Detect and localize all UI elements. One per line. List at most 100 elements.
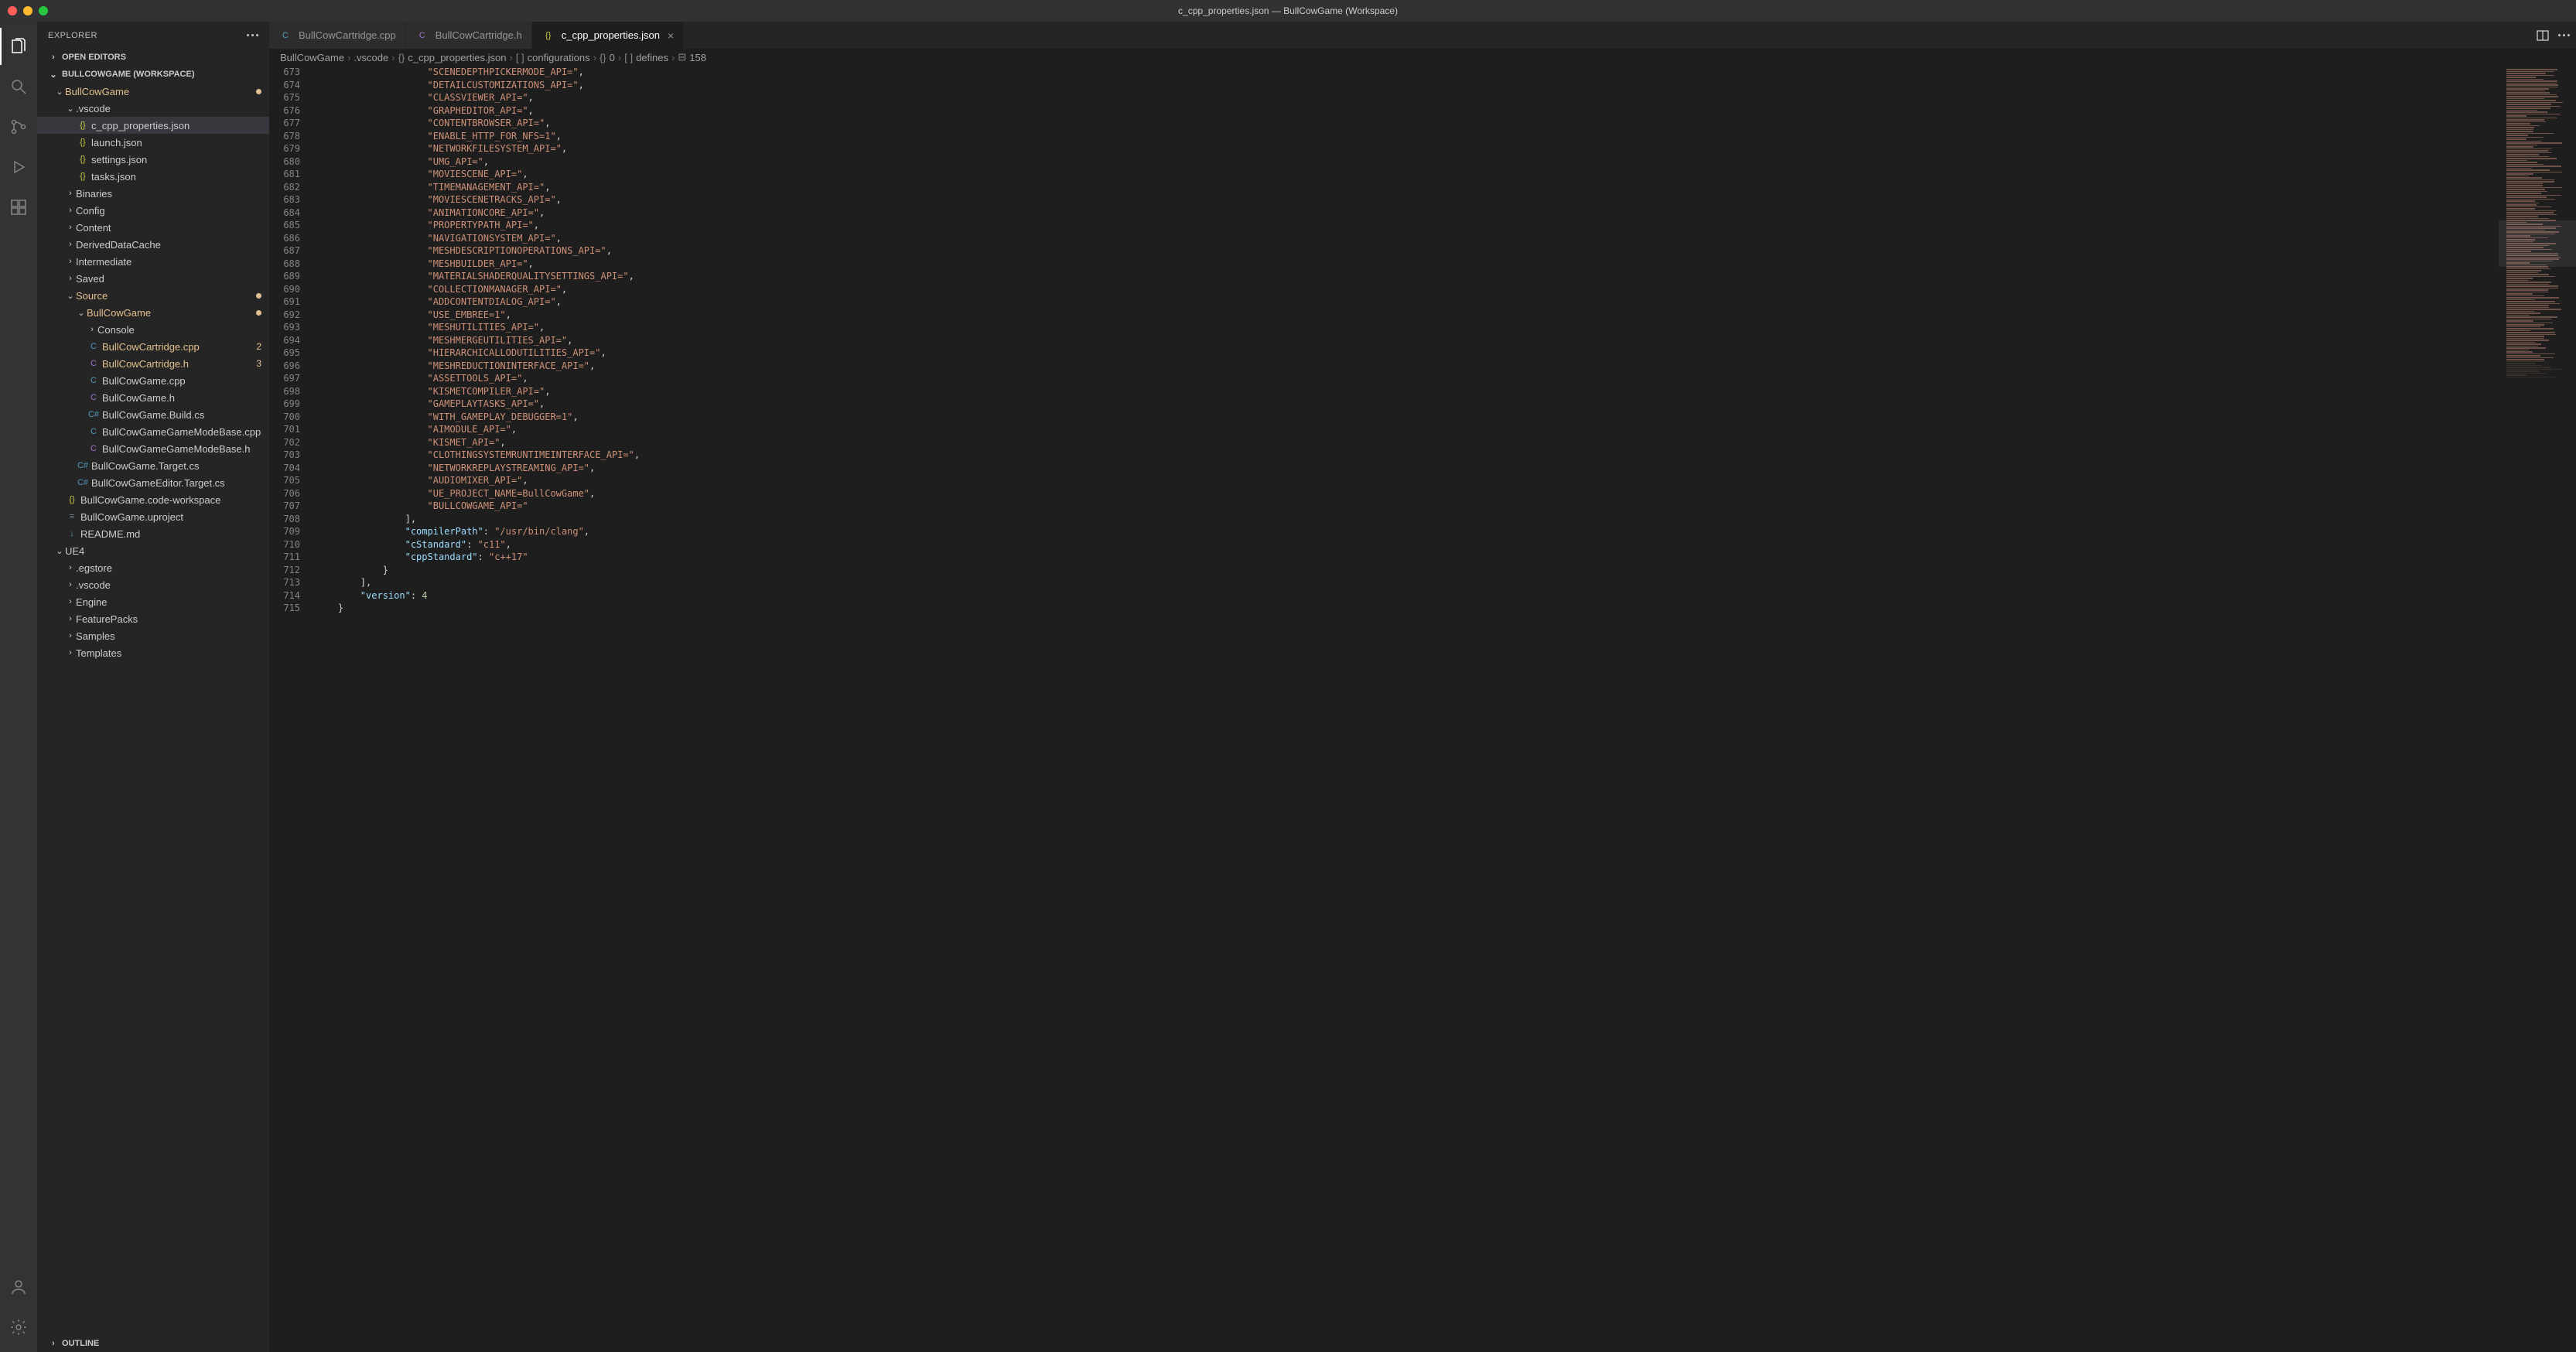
tree-file[interactable]: {}settings.json — [37, 151, 269, 168]
code-editor[interactable]: 6736746756766776786796806816826836846856… — [269, 66, 2576, 1352]
tree-folder[interactable]: ›Engine — [37, 593, 269, 610]
explorer-activity-icon[interactable] — [0, 28, 37, 65]
breadcrumb-item[interactable]: {}c_cpp_properties.json — [398, 52, 507, 63]
chevron-down-icon: ⌄ — [54, 546, 65, 556]
minimap-viewport[interactable] — [2499, 220, 2576, 267]
tree-file[interactable]: CBullCowCartridge.cpp2 — [37, 338, 269, 355]
split-editor-icon[interactable] — [2537, 29, 2549, 42]
editor-tab[interactable]: CBullCowCartridge.cpp — [269, 22, 406, 49]
editor-more-icon[interactable] — [2558, 34, 2570, 36]
tree-file[interactable]: CBullCowCartridge.h3 — [37, 355, 269, 372]
chevron-right-icon: › — [65, 563, 76, 572]
tree-folder[interactable]: ›FeaturePacks — [37, 610, 269, 627]
tree-folder[interactable]: ›Templates — [37, 644, 269, 661]
tree-folder[interactable]: ⌄UE4 — [37, 542, 269, 559]
open-editors-section[interactable]: ›OPEN EDITORS — [37, 49, 269, 66]
maximize-window-button[interactable] — [39, 6, 48, 15]
tree-item-label: c_cpp_properties.json — [91, 120, 190, 131]
breadcrumb-label: 0 — [610, 52, 615, 63]
file-cs-icon: C# — [76, 478, 90, 487]
tree-file[interactable]: ↓README.md — [37, 525, 269, 542]
tree-item-label: .vscode — [76, 579, 111, 591]
tree-folder[interactable]: ⌄.vscode — [37, 100, 269, 117]
tree-file[interactable]: ≡BullCowGame.uproject — [37, 508, 269, 525]
debug-activity-icon[interactable] — [0, 149, 37, 186]
tree-file[interactable]: {}c_cpp_properties.json — [37, 117, 269, 134]
close-tab-icon[interactable]: × — [668, 29, 674, 42]
tree-folder[interactable]: ›Console — [37, 321, 269, 338]
tree-file[interactable]: {}BullCowGame.code-workspace — [37, 491, 269, 508]
breadcrumb-item[interactable]: [ ] configurations — [516, 52, 590, 63]
tree-file[interactable]: {}launch.json — [37, 134, 269, 151]
scm-activity-icon[interactable] — [0, 108, 37, 145]
tree-folder[interactable]: ›Content — [37, 219, 269, 236]
breadcrumb-label: BullCowGame — [280, 52, 344, 63]
editor-tab[interactable]: CBullCowCartridge.h — [406, 22, 532, 49]
problem-badge: 3 — [256, 358, 261, 369]
code-content[interactable]: "SCENEDEPTHPICKERMODE_API=", "DETAILCUST… — [316, 66, 2499, 1352]
tree-file[interactable]: C#BullCowGameEditor.Target.cs — [37, 474, 269, 491]
breadcrumb-label: 158 — [689, 52, 706, 63]
tree-item-label: BullCowGame.h — [102, 392, 175, 404]
file-cs-icon: C# — [76, 461, 90, 470]
tree-folder[interactable]: ›Saved — [37, 270, 269, 287]
tree-item-label: DerivedDataCache — [76, 239, 161, 251]
minimap[interactable] — [2499, 66, 2576, 1352]
chevron-right-icon: › — [65, 223, 76, 232]
file-json-icon: {} — [76, 138, 90, 147]
breadcrumb-item[interactable]: .vscode — [354, 52, 388, 63]
tree-item-label: Binaries — [76, 188, 112, 200]
tree-file[interactable]: C#BullCowGame.Build.cs — [37, 406, 269, 423]
search-activity-icon[interactable] — [0, 68, 37, 105]
tree-file[interactable]: C#BullCowGame.Target.cs — [37, 457, 269, 474]
breadcrumbs[interactable]: BullCowGame›.vscode›{}c_cpp_properties.j… — [269, 49, 2576, 66]
tree-file[interactable]: CBullCowGameGameModeBase.h — [37, 440, 269, 457]
sidebar-more-icon[interactable] — [247, 34, 258, 36]
tree-item-label: BullCowGame.Target.cs — [91, 460, 199, 472]
workspace-section[interactable]: ⌄BULLCOWGAME (WORKSPACE) — [37, 66, 269, 83]
accounts-icon[interactable] — [0, 1268, 37, 1306]
extensions-activity-icon[interactable] — [0, 189, 37, 226]
outline-section[interactable]: ›OUTLINE — [37, 1335, 269, 1352]
tree-folder[interactable]: ›Config — [37, 202, 269, 219]
tree-file[interactable]: CBullCowGameGameModeBase.cpp — [37, 423, 269, 440]
file-ws-icon: {} — [65, 495, 79, 504]
tree-item-label: BullCowGame.uproject — [80, 511, 183, 523]
tree-item-label: Intermediate — [76, 256, 132, 268]
tree-item-label: Templates — [76, 647, 121, 659]
tree-file[interactable]: CBullCowGame.cpp — [37, 372, 269, 389]
breadcrumb-json-icon: {} — [398, 52, 405, 63]
breadcrumb-item[interactable]: [ ]defines — [624, 52, 668, 63]
tree-file[interactable]: CBullCowGame.h — [37, 389, 269, 406]
tree-folder[interactable]: ›DerivedDataCache — [37, 236, 269, 253]
settings-gear-icon[interactable] — [0, 1309, 37, 1346]
titlebar[interactable]: c_cpp_properties.json — BullCowGame (Wor… — [0, 0, 2576, 22]
breadcrumb-item[interactable]: {}0 — [600, 52, 615, 63]
chevron-right-icon: › — [593, 52, 596, 63]
tree-folder[interactable]: ›Samples — [37, 627, 269, 644]
tab-label: BullCowCartridge.h — [436, 29, 522, 41]
tree-file[interactable]: {}tasks.json — [37, 168, 269, 185]
breadcrumb-label: configurations — [528, 52, 590, 63]
tree-folder[interactable]: ›Binaries — [37, 185, 269, 202]
tree-item-label: Source — [76, 290, 108, 302]
tree-item-label: BullCowCartridge.cpp — [102, 341, 200, 353]
editor-tab[interactable]: {}c_cpp_properties.json× — [532, 22, 684, 49]
tree-folder[interactable]: ⌄BullCowGame — [37, 83, 269, 100]
close-window-button[interactable] — [8, 6, 17, 15]
minimize-window-button[interactable] — [23, 6, 32, 15]
breadcrumb-array-icon: [ ] — [516, 52, 524, 63]
tab-label: BullCowCartridge.cpp — [299, 29, 396, 41]
breadcrumb-item[interactable]: BullCowGame — [280, 52, 344, 63]
tree-folder[interactable]: ›.vscode — [37, 576, 269, 593]
editor-group: CBullCowCartridge.cppCBullCowCartridge.h… — [269, 22, 2576, 1352]
activity-bar — [0, 22, 37, 1352]
tree-folder[interactable]: ›Intermediate — [37, 253, 269, 270]
tree-item-label: Samples — [76, 630, 115, 642]
tree-folder[interactable]: ⌄Source — [37, 287, 269, 304]
chevron-right-icon: › — [65, 274, 76, 283]
tree-folder[interactable]: ›.egstore — [37, 559, 269, 576]
tree-folder[interactable]: ⌄BullCowGame — [37, 304, 269, 321]
tree-item-label: BullCowGame.code-workspace — [80, 494, 220, 506]
breadcrumb-item[interactable]: ⊟158 — [678, 51, 706, 63]
